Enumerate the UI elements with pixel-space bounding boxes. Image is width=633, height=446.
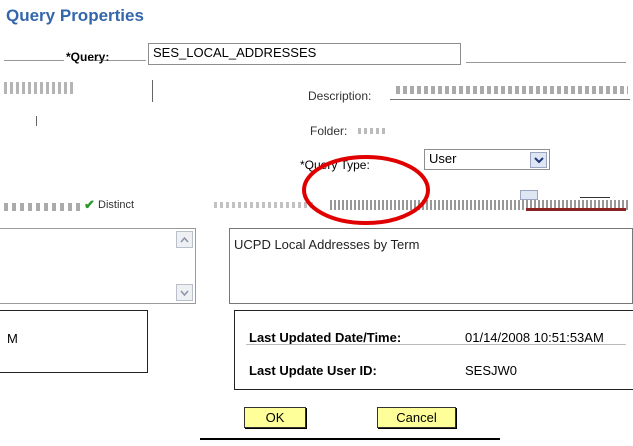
owner-panel: M [0, 310, 148, 373]
scroll-up-icon[interactable] [176, 231, 193, 248]
long-description-textarea[interactable]: UCPD Local Addresses by Term [229, 228, 633, 304]
last-user-value: SESJW0 [465, 363, 518, 378]
garbled-text [358, 128, 388, 134]
cancel-button[interactable]: Cancel [377, 407, 456, 428]
query-label: *Query: [66, 50, 110, 64]
smear [466, 62, 626, 63]
last-updated-label: Last Updated Date/Time: [249, 330, 402, 345]
garbled-text [4, 82, 74, 94]
page-title: Query Properties [6, 6, 144, 25]
divider [152, 80, 153, 102]
garbled-text [4, 203, 84, 211]
smear [4, 60, 64, 61]
checkmark-icon: ✔ [84, 197, 95, 212]
owner-text-fragment: M [7, 331, 18, 346]
description-label: Description: [308, 89, 372, 103]
scroll-down-icon[interactable] [176, 284, 193, 301]
long-description-text: UCPD Local Addresses by Term [234, 237, 420, 252]
highlight-circle-annotation [302, 155, 430, 225]
smear [88, 60, 146, 61]
audit-panel: Last Updated Date/Time: 01/14/2008 10:51… [234, 310, 633, 390]
chevron-down-icon[interactable] [530, 152, 547, 168]
divider [580, 197, 610, 198]
divider [246, 344, 626, 345]
divider [36, 116, 37, 126]
ok-button[interactable]: OK [244, 407, 306, 428]
distinct-label: Distinct [98, 199, 135, 211]
query-type-select[interactable]: User [424, 149, 550, 170]
garbled-text [396, 86, 628, 94]
chevron-down-icon[interactable] [520, 190, 538, 200]
garbled-line [526, 208, 626, 211]
notes-textarea[interactable] [0, 228, 196, 304]
query-name-field[interactable]: SES_LOCAL_ADDRESSES [148, 43, 461, 65]
last-updated-value: 01/14/2008 10:51:53AM [465, 330, 604, 345]
last-user-label: Last Update User ID: [249, 363, 377, 378]
folder-label: Folder: [310, 124, 348, 138]
divider [200, 438, 500, 440]
